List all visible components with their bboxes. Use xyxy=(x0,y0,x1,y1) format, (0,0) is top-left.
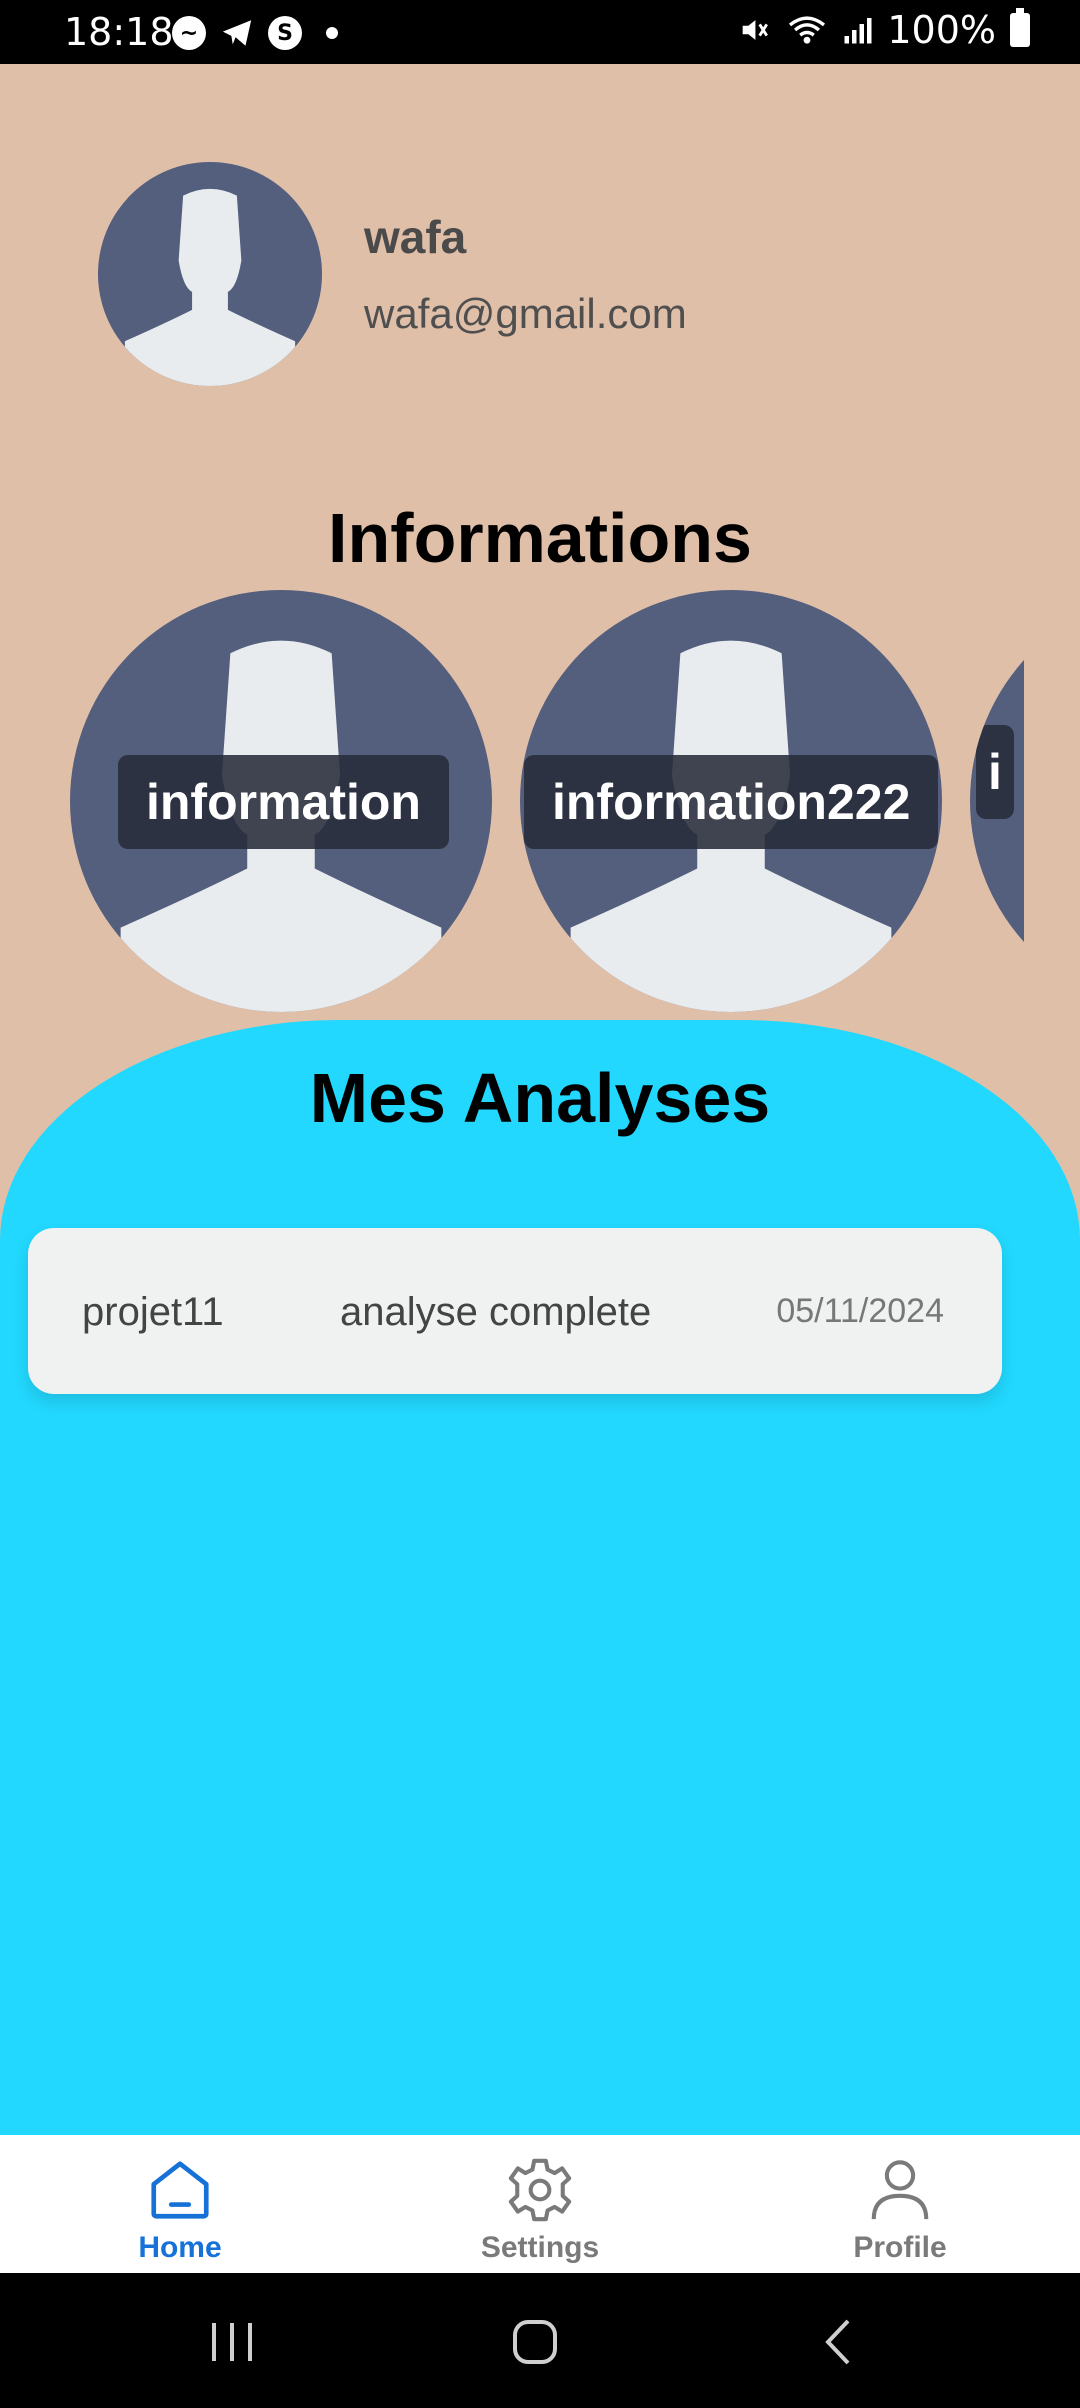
information-card-label: information xyxy=(118,755,449,849)
analysis-project: projet11 xyxy=(82,1290,224,1334)
nav-settings[interactable]: Settings xyxy=(360,2135,720,2273)
analysis-date: 05/11/2024 xyxy=(776,1292,944,1330)
user-name: wafa xyxy=(364,211,467,263)
telegram-icon xyxy=(222,20,252,46)
analyses-title: Mes Analyses xyxy=(309,1059,771,1137)
signal-icon xyxy=(844,18,872,44)
profile-avatar[interactable] xyxy=(98,162,322,386)
battery-percent: 100% xyxy=(887,8,996,52)
information-card[interactable]: information xyxy=(70,590,492,1012)
nav-home-label: Home xyxy=(138,2231,222,2264)
system-nav-bar xyxy=(0,2273,1080,2408)
nav-settings-label: Settings xyxy=(480,2231,600,2264)
back-icon[interactable] xyxy=(822,2317,854,2367)
information-card-label: i xyxy=(976,725,1014,819)
analysis-card[interactable]: projet11 analyse complete 05/11/2024 xyxy=(28,1228,1002,1394)
information-card-label: information222 xyxy=(524,755,939,849)
informations-carousel[interactable]: information information222 i xyxy=(0,590,1024,1020)
nav-profile[interactable]: Profile xyxy=(720,2135,1080,2273)
status-time: 18:18 xyxy=(64,10,174,54)
analyses-panel xyxy=(0,1020,1080,2135)
nav-home[interactable]: Home xyxy=(0,2135,360,2273)
informations-title: Informations xyxy=(328,499,752,577)
person-icon xyxy=(871,2160,929,2220)
information-card[interactable]: information222 xyxy=(520,590,942,1012)
mute-icon xyxy=(743,20,769,40)
battery-icon xyxy=(1010,8,1030,47)
home-icon xyxy=(151,2161,209,2219)
messenger-icon: ~ xyxy=(172,16,206,50)
dot-icon xyxy=(326,27,338,39)
gear-icon xyxy=(508,2158,572,2222)
skype-icon: S xyxy=(268,16,302,50)
person-silhouette-icon xyxy=(124,188,296,386)
user-email: wafa@gmail.com xyxy=(364,290,687,337)
bottom-navigation: Home Settings Profile xyxy=(0,2135,1080,2273)
information-card[interactable]: i xyxy=(970,590,1024,1012)
home-button-icon[interactable] xyxy=(510,2317,560,2367)
wifi-icon xyxy=(789,16,826,44)
analysis-type: analyse complete xyxy=(340,1290,652,1334)
nav-profile-label: Profile xyxy=(853,2231,947,2264)
status-bar: 18:18 ~ S 100% xyxy=(0,0,1080,64)
recent-apps-icon[interactable] xyxy=(208,2319,256,2365)
